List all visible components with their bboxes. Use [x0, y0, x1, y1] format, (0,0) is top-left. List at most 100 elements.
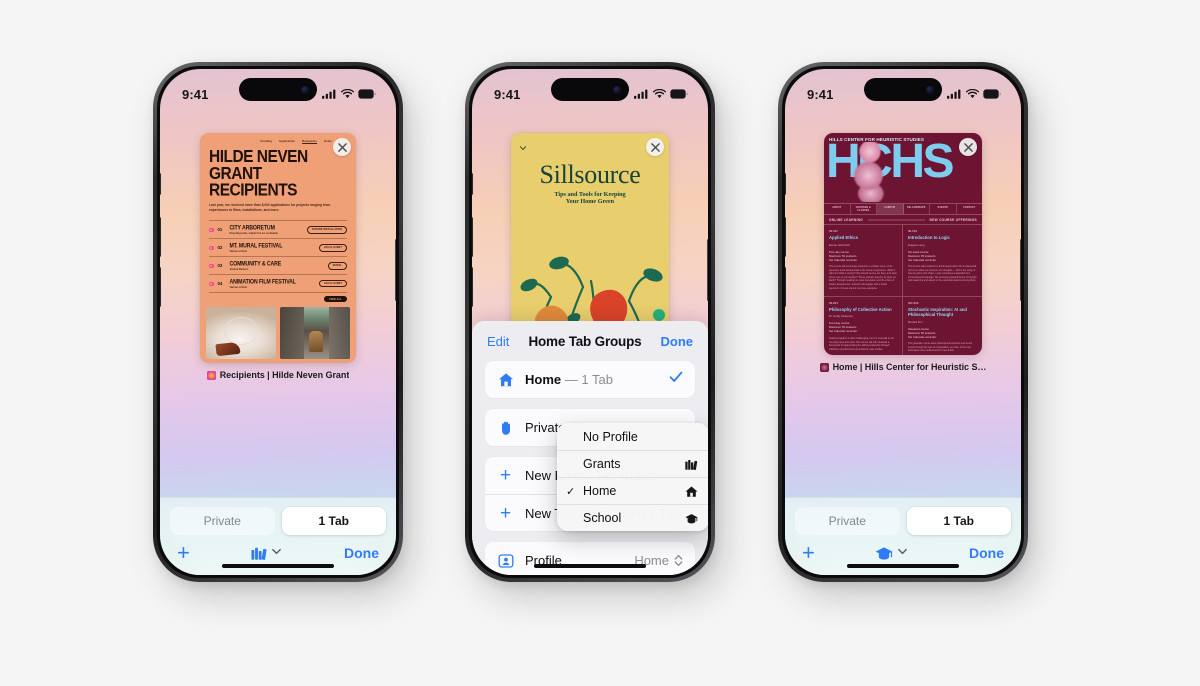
signal-bars-icon: [322, 89, 336, 99]
course-cell[interactable]: GR-222 Stochastic Inspiration: AI and Ph…: [903, 297, 982, 355]
course-instructor: Monika Kim: [908, 319, 923, 324]
section-right-label: NEW COURSE OFFERINGS: [929, 218, 977, 223]
list-item-title: MT. MURAL FESTIVAL: [229, 242, 283, 250]
profile-popup-menu: No Profile Grants ✓ Home School: [557, 423, 708, 531]
new-tab-button[interactable]: +: [177, 542, 190, 564]
tab-card-hchs[interactable]: HILLS CENTER FOR HEURISTIC STUDIES HCHS …: [824, 133, 982, 355]
menu-item-school[interactable]: School: [557, 504, 708, 531]
tab-group-label: Home — 1 Tab: [525, 372, 658, 387]
chevron-down-icon: [271, 544, 282, 562]
tab-preview-area: Funding Application Recipients Home HILD…: [160, 133, 396, 380]
nav-item[interactable]: CAMPUS: [877, 204, 904, 215]
site-subheading-line1: Tips and Tools for Keeping: [554, 191, 626, 198]
course-code: IN-201: [829, 301, 839, 306]
home-indicator[interactable]: [847, 564, 959, 568]
private-tabs-button[interactable]: Private: [170, 507, 275, 535]
tab-count-button[interactable]: 1 Tab: [281, 507, 386, 535]
chevron-down-icon: [897, 544, 908, 562]
nav-item[interactable]: FELLOWSHIPS: [904, 204, 930, 215]
section-left-label: ONLINE LEARNING: [829, 218, 864, 223]
scene: 9:41 Funding Application Recipients Home…: [0, 0, 1200, 686]
list-item-subtitle: Joanna Damaro: [229, 268, 249, 272]
list-item[interactable]: 01 CITY ARBORETUM Kiiya Reynolds, Isabel…: [209, 220, 347, 238]
menu-item-no-profile[interactable]: No Profile: [557, 423, 708, 450]
course-code: IN-311: [829, 229, 838, 234]
tab-group-name: Home: [525, 372, 562, 387]
list-item-text: COMMUNITY & CARE Joanna Damaro: [230, 261, 324, 272]
close-icon[interactable]: [333, 138, 351, 156]
edit-button[interactable]: Edit: [487, 334, 509, 349]
list-item-tag: NATURE INSTALLATION: [307, 226, 347, 234]
home-indicator[interactable]: [222, 564, 334, 568]
status-indicators: [634, 89, 688, 99]
list-item[interactable]: 04 ANIMATION FILM FESTIVAL Various Artis…: [209, 274, 347, 294]
tab-group-switcher[interactable]: [875, 544, 908, 562]
list-item[interactable]: 03 COMMUNITY & CARE Joanna Damaro MURAL: [209, 256, 347, 274]
graduation-cap-icon: [684, 512, 698, 525]
wifi-icon: [966, 89, 979, 99]
site-nav: Funding Application Recipients Home: [200, 133, 356, 143]
list-item-number: 01: [217, 227, 223, 233]
nav-item[interactable]: ABOUT: [824, 204, 851, 215]
view-all-button[interactable]: VIEW ALL: [323, 296, 347, 303]
course-cell[interactable]: IN-311 Applied Ethics Exene Herbrecht Fi…: [824, 225, 903, 298]
bullet-icon: [209, 263, 214, 269]
books-icon: [251, 547, 267, 560]
house-icon: [684, 485, 698, 498]
new-tab-button[interactable]: +: [802, 542, 815, 564]
course-meta: Weekend course Maximum 50 students Set C…: [908, 326, 937, 339]
course-name: Philosophy of Collective Action: [829, 306, 892, 312]
checkmark-icon: ✓: [566, 485, 576, 498]
gallery-figure: [309, 331, 324, 353]
bullet-icon: [209, 281, 214, 287]
phone-left: 9:41 Funding Application Recipients Home…: [153, 62, 403, 582]
tab-group-detail: — 1 Tab: [564, 372, 613, 387]
course-grid: IN-311 Applied Ethics Exene Herbrecht Fi…: [824, 224, 982, 355]
site-hero: HCHS: [824, 138, 982, 203]
private-tabs-button[interactable]: Private: [795, 507, 900, 535]
tab-card-hilde[interactable]: Funding Application Recipients Home HILD…: [200, 133, 356, 363]
chevron-down-icon[interactable]: [519, 139, 527, 157]
recipient-list: 01 CITY ARBORETUM Kiiya Reynolds, Isabel…: [209, 220, 347, 294]
list-item-text: MT. MURAL FESTIVAL Various Artists: [230, 243, 315, 254]
course-cell[interactable]: IN-146 Introduction to Logic Eugene Lang…: [903, 225, 982, 298]
menu-item-home[interactable]: ✓ Home: [557, 477, 708, 504]
list-item-tag: MURAL: [327, 262, 347, 270]
course-name: Applied Ethics: [829, 234, 859, 240]
close-icon[interactable]: [959, 138, 977, 156]
site-heading-line2: GRANT RECIPIENTS: [209, 164, 298, 201]
battery-icon: [670, 89, 688, 99]
tab-group-row-home[interactable]: Home — 1 Tab: [485, 361, 695, 398]
list-item[interactable]: 02 MT. MURAL FESTIVAL Various Artists LO…: [209, 238, 347, 256]
list-item-title: COMMUNITY & CARE: [229, 260, 282, 268]
done-button[interactable]: Done: [969, 545, 1004, 561]
list-item-text: ANIMATION FILM FESTIVAL Various Artists: [230, 279, 315, 290]
tab-count-button[interactable]: 1 Tab: [906, 507, 1011, 535]
course-instructor: Dr. Emily Pedersen: [829, 314, 853, 319]
phone-bezel: 9:41: [469, 66, 711, 578]
list-item-tag: LOCAL EVENT: [318, 244, 347, 252]
profile-row[interactable]: Profile Home: [485, 542, 695, 575]
close-icon[interactable]: [646, 138, 664, 156]
done-button[interactable]: Done: [660, 334, 693, 349]
signal-bars-icon: [947, 89, 961, 99]
done-button[interactable]: Done: [344, 545, 379, 561]
battery-icon: [983, 89, 1001, 99]
site-hchs: HILLS CENTER FOR HEURISTIC STUDIES HCHS …: [824, 133, 982, 355]
phone-center: 9:41 Sillsource Tips and Tools for Keepi…: [465, 62, 715, 582]
status-indicators: [322, 89, 376, 99]
site-nav: ABOUT COURSES & CLASSES CAMPUS FELLOWSHI…: [824, 203, 983, 216]
nav-item[interactable]: CONTACT: [957, 204, 983, 214]
house-icon: [497, 372, 514, 388]
nav-item[interactable]: COURSES & CLASSES: [851, 204, 877, 215]
sheet-title: Home Tab Groups: [528, 334, 642, 349]
tab-group-switcher[interactable]: [251, 544, 282, 562]
favicon-icon: [819, 362, 829, 372]
home-indicator[interactable]: [534, 564, 646, 568]
nav-item[interactable]: EVENTS: [930, 204, 957, 215]
site-intro-text: Last year, we received more than 8,000 a…: [209, 203, 331, 213]
signal-bars-icon: [634, 89, 648, 99]
tab-groups-sheet: Edit Home Tab Groups Done Home — 1 Tab P…: [472, 321, 708, 575]
course-cell[interactable]: IN-201 Philosophy of Collective Action D…: [824, 297, 903, 355]
menu-item-grants[interactable]: Grants: [557, 450, 708, 477]
